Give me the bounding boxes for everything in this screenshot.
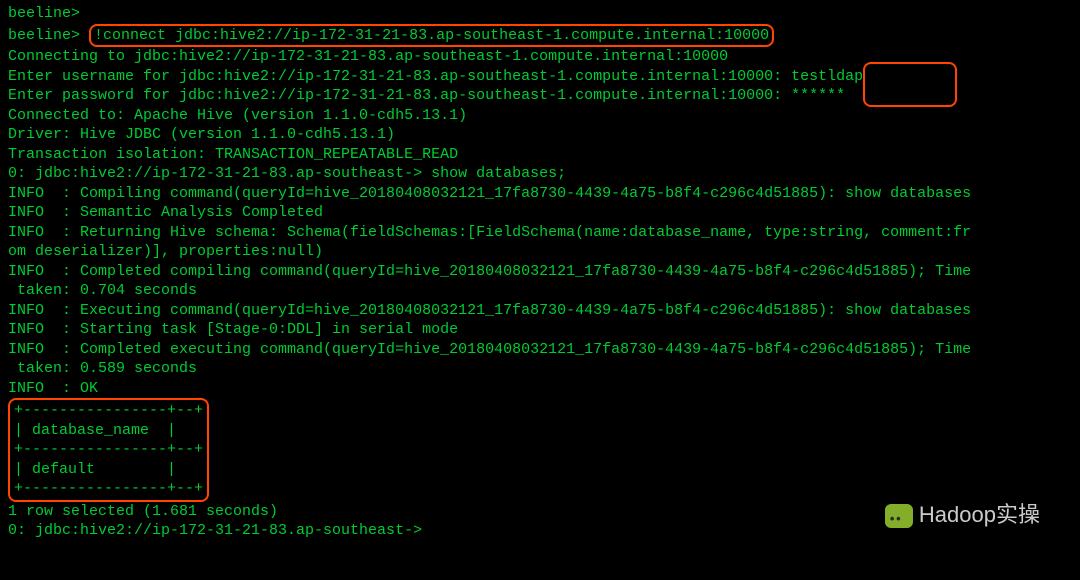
prompt-text: beeline>: [8, 27, 89, 44]
info-compiled-a: INFO : Completed compiling command(query…: [8, 262, 1072, 282]
wechat-icon: • •: [885, 504, 913, 528]
watermark: • • Hadoop实操: [885, 501, 1040, 530]
table-header: | database_name |: [14, 421, 203, 441]
info-starting-task: INFO : Starting task [Stage-0:DDL] in se…: [8, 320, 1072, 340]
info-compiling: INFO : Compiling command(queryId=hive_20…: [8, 184, 1072, 204]
table-border-top: +----------------+--+: [14, 401, 203, 421]
info-executing: INFO : Executing command(queryId=hive_20…: [8, 301, 1072, 321]
result-table-highlight: +----------------+--+ | database_name | …: [8, 398, 209, 502]
show-databases-line: 0: jdbc:hive2://ip-172-31-21-83.ap-south…: [8, 164, 1072, 184]
info-executed-b: taken: 0.589 seconds: [8, 359, 1072, 379]
table-border-mid: +----------------+--+: [14, 440, 203, 460]
info-schema-b: om deserializer)], properties:null): [8, 242, 1072, 262]
username-line: Enter username for jdbc:hive2://ip-172-3…: [8, 67, 1072, 87]
password-line: Enter password for jdbc:hive2://ip-172-3…: [8, 86, 1072, 106]
info-semantic: INFO : Semantic Analysis Completed: [8, 203, 1072, 223]
info-schema-a: INFO : Returning Hive schema: Schema(fie…: [8, 223, 1072, 243]
password-value: ******: [791, 87, 845, 104]
connect-command-highlight: !connect jdbc:hive2://ip-172-31-21-83.ap…: [89, 24, 774, 48]
username-value: testldap: [791, 68, 863, 85]
connected-line: Connected to: Apache Hive (version 1.1.0…: [8, 106, 1072, 126]
connecting-line: Connecting to jdbc:hive2://ip-172-31-21-…: [8, 47, 1072, 67]
show-db-command: show databases;: [431, 165, 566, 182]
isolation-line: Transaction isolation: TRANSACTION_REPEA…: [8, 145, 1072, 165]
watermark-text: Hadoop实操: [919, 501, 1040, 530]
info-ok: INFO : OK: [8, 379, 1072, 399]
info-executed-a: INFO : Completed executing command(query…: [8, 340, 1072, 360]
driver-line: Driver: Hive JDBC (version 1.1.0-cdh5.13…: [8, 125, 1072, 145]
beeline-prompt-empty: beeline>: [8, 4, 1072, 24]
info-compiled-b: taken: 0.704 seconds: [8, 281, 1072, 301]
beeline-connect-line: beeline> !connect jdbc:hive2://ip-172-31…: [8, 24, 1072, 48]
table-border-bottom: +----------------+--+: [14, 479, 203, 499]
table-row: | default |: [14, 460, 203, 480]
